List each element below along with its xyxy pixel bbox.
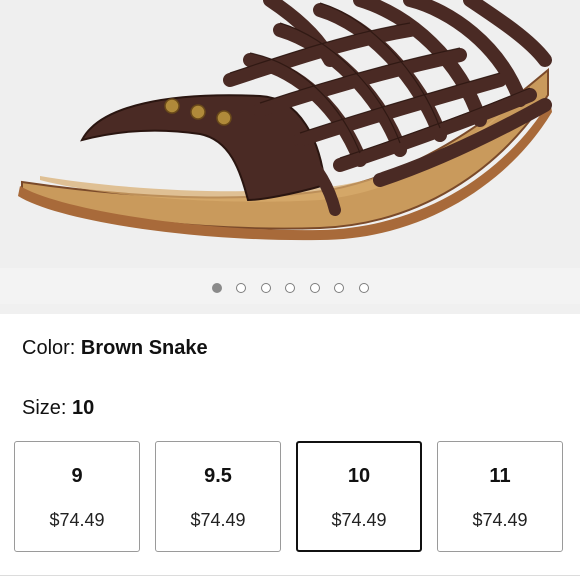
size-option-label: 9.5 bbox=[204, 465, 232, 487]
color-label: Color: bbox=[22, 337, 76, 359]
image-carousel[interactable] bbox=[0, 0, 580, 312]
section-divider bbox=[0, 304, 580, 314]
sandal-illustration bbox=[18, 0, 552, 241]
carousel-dot[interactable] bbox=[358, 283, 369, 293]
size-option: Size: 10 bbox=[22, 396, 94, 420]
carousel-dots bbox=[0, 279, 580, 297]
size-option-label: 9 bbox=[71, 465, 83, 487]
carousel-dot[interactable] bbox=[334, 283, 344, 293]
size-value: 10 bbox=[72, 397, 95, 419]
size-option-price: $74.49 bbox=[190, 510, 246, 530]
carousel-dot[interactable] bbox=[285, 283, 295, 293]
carousel-dot[interactable] bbox=[260, 283, 271, 293]
color-value: Brown Snake bbox=[80, 337, 208, 359]
size-option-9[interactable]: 9 $74.49 bbox=[14, 441, 140, 552]
size-option-price: $74.49 bbox=[472, 510, 528, 530]
size-option-price: $74.49 bbox=[49, 510, 105, 530]
carousel-dot[interactable] bbox=[309, 283, 320, 293]
size-option-9-5[interactable]: 9.5 $74.49 bbox=[155, 441, 281, 552]
size-option-11[interactable]: 11 $74.49 bbox=[437, 441, 563, 552]
size-selector: 9 $74.49 9.5 $74.49 10 $74.49 11 $74.49 bbox=[14, 441, 566, 552]
size-label: Size: bbox=[22, 397, 67, 419]
product-image[interactable] bbox=[0, 0, 580, 268]
size-option-label: 10 bbox=[347, 465, 371, 487]
size-option-label: 11 bbox=[489, 465, 511, 487]
size-option-price: $74.49 bbox=[331, 510, 387, 530]
carousel-dot[interactable] bbox=[211, 283, 222, 293]
color-option: Color: Brown Snake bbox=[22, 336, 208, 360]
size-option-10[interactable]: 10 $74.49 bbox=[296, 441, 422, 552]
bottom-divider bbox=[0, 575, 580, 576]
product-page: Color: Brown Snake Size: 10 9 $74.49 9.5… bbox=[0, 0, 580, 580]
carousel-dot[interactable] bbox=[236, 283, 246, 293]
